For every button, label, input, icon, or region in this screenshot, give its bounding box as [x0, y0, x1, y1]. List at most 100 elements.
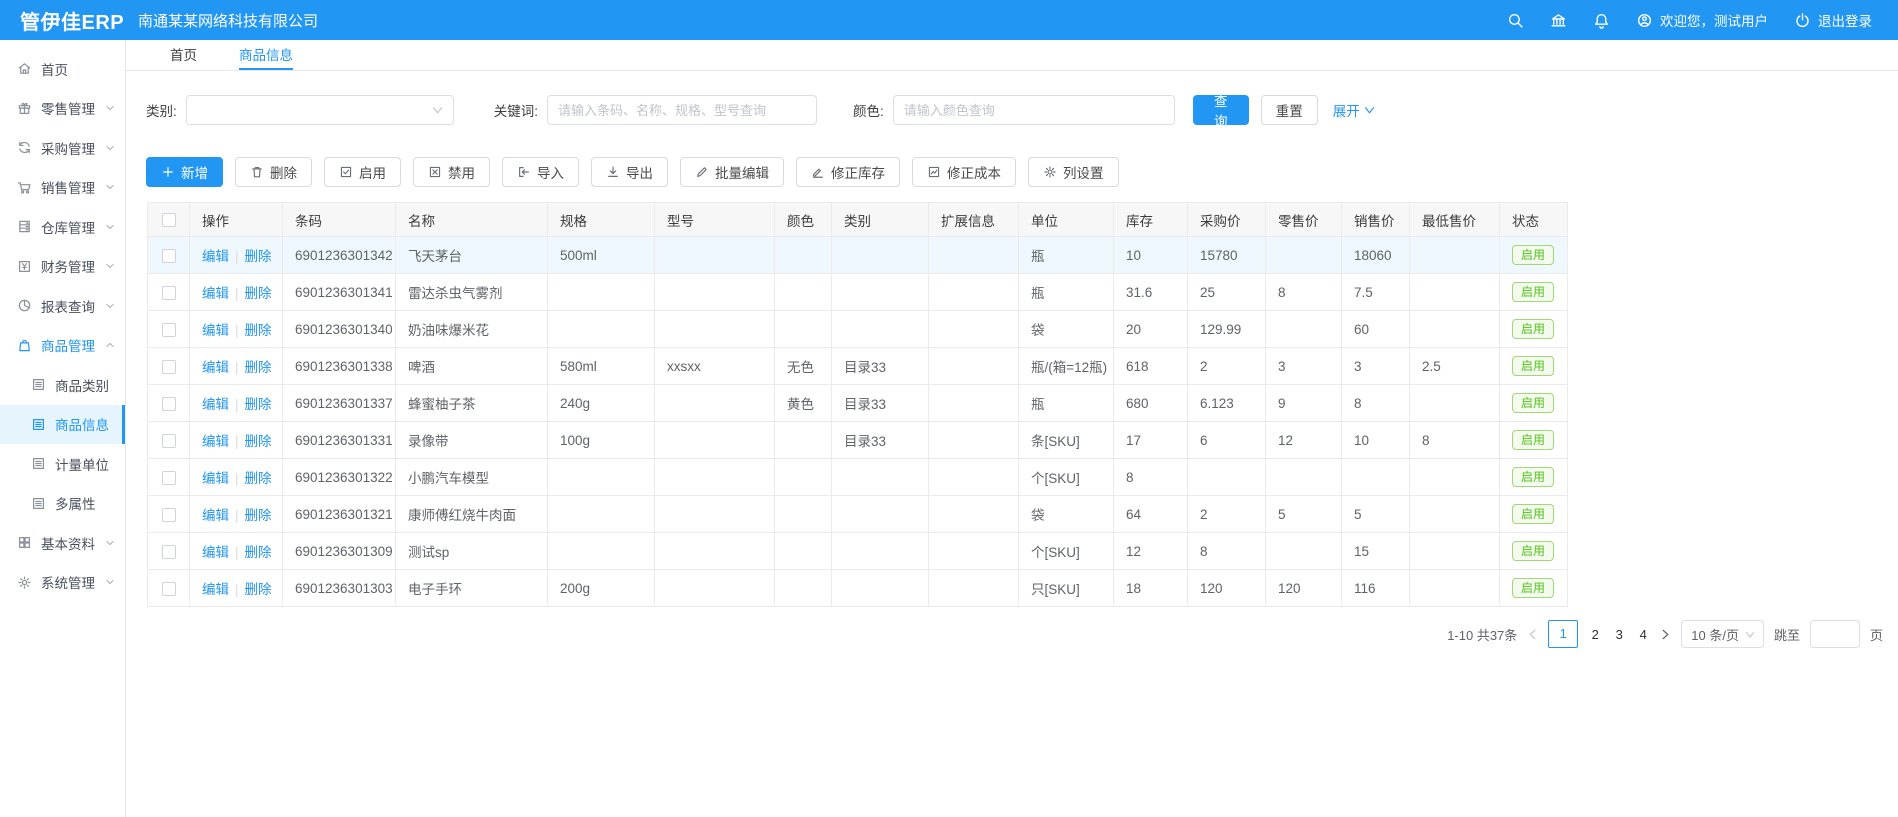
fix-cost-button[interactable]: 修正成本: [912, 157, 1016, 187]
delete-link[interactable]: 删除: [245, 508, 272, 523]
select-all-checkbox[interactable]: [162, 213, 176, 227]
keyword-input[interactable]: [547, 95, 817, 125]
sidebar-item-home[interactable]: 首页: [0, 49, 125, 89]
edit-link[interactable]: 编辑: [202, 286, 229, 301]
cell-barcode: 6901236301338: [283, 348, 396, 385]
sidebar-item-products[interactable]: 商品管理: [0, 326, 125, 366]
row-checkbox[interactable]: [162, 360, 176, 374]
sidebar-item-units[interactable]: 计量单位: [0, 444, 125, 484]
sidebar-item-purchase[interactable]: 采购管理: [0, 128, 125, 168]
sidebar-item-sales[interactable]: 销售管理: [0, 168, 125, 208]
delete-link[interactable]: 删除: [245, 545, 272, 560]
export-button[interactable]: 导出: [591, 157, 668, 187]
cell-min-price: [1410, 274, 1500, 311]
edit-link[interactable]: 编辑: [202, 508, 229, 523]
delete-link[interactable]: 删除: [245, 434, 272, 449]
gear-icon: [17, 575, 32, 590]
table-header-row: 操作 条码 名称 规格 型号 颜色 类别 扩展信息 单位 库存 采购价 零售价 …: [148, 203, 1568, 237]
add-button[interactable]: 新增: [146, 157, 223, 187]
sync-icon: [17, 140, 32, 155]
sidebar-item-system[interactable]: 系统管理: [0, 563, 125, 603]
expand-link[interactable]: 展开: [1333, 100, 1375, 120]
fix-stock-button[interactable]: 修正库存: [796, 157, 900, 187]
search-icon[interactable]: [1507, 12, 1524, 29]
tab-product-info[interactable]: 商品信息: [239, 40, 293, 70]
edit-link[interactable]: 编辑: [202, 323, 229, 338]
col-spec: 规格: [548, 203, 655, 237]
row-checkbox[interactable]: [162, 323, 176, 337]
tab-home[interactable]: 首页: [170, 40, 197, 70]
delete-link[interactable]: 删除: [245, 397, 272, 412]
sidebar-item-basic-data[interactable]: 基本资料: [0, 523, 125, 563]
page-3[interactable]: 3: [1612, 627, 1626, 642]
column-settings-button[interactable]: 列设置: [1028, 157, 1119, 187]
status-badge: 启用: [1512, 430, 1554, 450]
sidebar-item-reports[interactable]: 报表查询: [0, 286, 125, 326]
jump-suffix: 页: [1870, 625, 1883, 644]
edit-link[interactable]: 编辑: [202, 360, 229, 375]
delete-link[interactable]: 删除: [245, 582, 272, 597]
lock-screen-icon[interactable]: [1550, 12, 1567, 29]
sidebar-item-warehouse[interactable]: 仓库管理: [0, 207, 125, 247]
sidebar-item-product-info[interactable]: 商品信息: [0, 405, 125, 445]
page-2[interactable]: 2: [1588, 627, 1602, 642]
sidebar-item-multi-attr[interactable]: 多属性: [0, 484, 125, 524]
status-badge: 启用: [1512, 467, 1554, 487]
sidebar-item-finance[interactable]: 财务管理: [0, 247, 125, 287]
cell-category: 目录33: [832, 385, 929, 422]
row-checkbox[interactable]: [162, 286, 176, 300]
button-label: 启用: [359, 162, 386, 182]
page-size-select[interactable]: 10 条/页: [1681, 620, 1764, 648]
page-4[interactable]: 4: [1636, 627, 1650, 642]
cell-ext-info: [929, 570, 1019, 607]
row-checkbox[interactable]: [162, 249, 176, 263]
row-checkbox[interactable]: [162, 397, 176, 411]
batch-edit-button[interactable]: 批量编辑: [680, 157, 784, 187]
delete-link[interactable]: 删除: [245, 286, 272, 301]
edit-link[interactable]: 编辑: [202, 545, 229, 560]
prev-page-icon[interactable]: [1527, 629, 1538, 640]
delete-link[interactable]: 删除: [245, 323, 272, 338]
edit-link[interactable]: 编辑: [202, 249, 229, 264]
edit-link[interactable]: 编辑: [202, 582, 229, 597]
row-checkbox[interactable]: [162, 582, 176, 596]
cell-unit: 袋: [1019, 311, 1114, 348]
user-welcome[interactable]: 欢迎您，测试用户: [1636, 10, 1768, 30]
status-badge: 启用: [1512, 393, 1554, 413]
logout-button[interactable]: 退出登录: [1794, 10, 1872, 30]
x-square-icon: [428, 165, 442, 179]
sidebar-item-product-category[interactable]: 商品类别: [0, 365, 125, 405]
sidebar-item-label: 仓库管理: [41, 217, 95, 237]
import-button[interactable]: 导入: [502, 157, 579, 187]
disable-button[interactable]: 禁用: [413, 157, 490, 187]
chevron-down-icon: [105, 261, 115, 271]
home-icon: [17, 61, 32, 76]
row-checkbox[interactable]: [162, 434, 176, 448]
delete-link[interactable]: 删除: [245, 471, 272, 486]
category-select[interactable]: [186, 95, 454, 125]
delete-button[interactable]: 删除: [235, 157, 312, 187]
edit-link[interactable]: 编辑: [202, 471, 229, 486]
cell-retail-price: [1266, 533, 1342, 570]
jump-page-input[interactable]: [1810, 620, 1860, 648]
next-page-icon[interactable]: [1660, 629, 1671, 640]
chevron-down-icon: [432, 106, 443, 115]
delete-link[interactable]: 删除: [245, 360, 272, 375]
edit-link[interactable]: 编辑: [202, 434, 229, 449]
page-1[interactable]: 1: [1548, 620, 1578, 648]
sidebar-item-retail[interactable]: 零售管理: [0, 89, 125, 129]
enable-button[interactable]: 启用: [324, 157, 401, 187]
delete-link[interactable]: 删除: [245, 249, 272, 264]
reset-button[interactable]: 重置: [1261, 95, 1318, 125]
bell-icon[interactable]: [1593, 12, 1610, 29]
row-checkbox[interactable]: [162, 471, 176, 485]
table-body: 编辑|删除 6901236301342 飞天茅台 500ml 瓶 10 1578…: [148, 237, 1568, 607]
row-checkbox[interactable]: [162, 545, 176, 559]
edit-link[interactable]: 编辑: [202, 397, 229, 412]
cell-stock: 618: [1114, 348, 1188, 385]
sidebar-item-label: 商品管理: [41, 335, 95, 355]
search-button[interactable]: 查询: [1193, 95, 1249, 125]
color-input[interactable]: [893, 95, 1175, 125]
row-checkbox[interactable]: [162, 508, 176, 522]
sidebar-item-label: 商品信息: [55, 414, 109, 434]
